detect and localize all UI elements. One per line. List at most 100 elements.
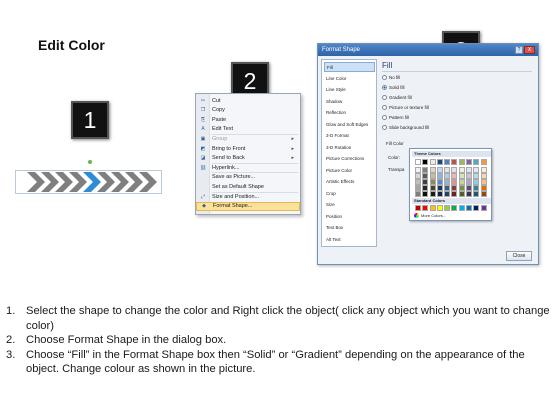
menu-item[interactable]: ⤢ Size and Position... [196, 192, 300, 201]
menu-item-label: Save as Picture... [212, 174, 256, 181]
menu-item[interactable]: A Edit Text [196, 125, 300, 134]
bring-front-icon: ◩ [200, 145, 206, 152]
color-swatch[interactable] [422, 205, 429, 211]
divider [382, 71, 532, 72]
color-swatch[interactable] [444, 191, 451, 197]
color-swatch[interactable] [444, 159, 451, 165]
fill-option-label: Solid fill [389, 85, 405, 90]
step-badge-1: 1 [71, 101, 109, 139]
nav-item[interactable]: Artistic Effects [324, 177, 375, 187]
menu-item[interactable]: ◆ Format Shape... [196, 201, 300, 211]
color-swatch[interactable] [444, 205, 451, 211]
color-swatch[interactable] [458, 205, 465, 211]
chevron-strip[interactable] [27, 172, 157, 192]
fill-option-radio[interactable]: Slide background fill [382, 125, 429, 130]
color-swatch[interactable] [429, 191, 436, 197]
color-swatch[interactable] [466, 159, 473, 165]
color-swatch[interactable] [429, 205, 436, 211]
hyperlink-icon: ⛓ [199, 164, 207, 171]
menu-item[interactable]: Save as Picture... [196, 173, 300, 182]
nav-item[interactable]: Text Box [324, 223, 375, 233]
menu-item[interactable]: ◪ Send to Back ▸ [196, 154, 300, 163]
color-swatch[interactable] [429, 159, 436, 165]
menu-item[interactable]: ❐ Copy [196, 106, 300, 115]
help-icon[interactable]: ? [515, 46, 523, 54]
fill-color-label: Fill Color [386, 141, 404, 146]
submenu-arrow-icon: ▸ [291, 135, 294, 142]
nav-item[interactable]: Reflection [324, 108, 375, 118]
rotation-handle[interactable] [88, 160, 92, 164]
menu-item[interactable]: ▣ Group ▸ [196, 134, 300, 143]
nav-item[interactable]: Line Color [324, 74, 375, 84]
color-swatch[interactable] [436, 205, 443, 211]
menu-item-label: Bring to Front [212, 145, 246, 152]
color-swatch[interactable] [458, 159, 465, 165]
color-swatch[interactable] [451, 205, 458, 211]
radio-icon [382, 125, 387, 130]
color-swatch[interactable] [415, 191, 421, 197]
nav-item[interactable]: Picture Color [324, 166, 375, 176]
radio-icon [382, 75, 387, 80]
menu-item-label: Paste [212, 116, 227, 123]
nav-item[interactable]: Glow and Soft Edges [324, 120, 375, 130]
menu-item-label: Copy [212, 107, 225, 114]
nav-item[interactable]: Crop [324, 189, 375, 199]
nav-item[interactable]: 3-D Format [324, 131, 375, 141]
slide-title: Edit Color [38, 37, 105, 53]
instructions-list: 1. Select the shape to change the color … [6, 304, 554, 377]
color-swatch[interactable] [415, 159, 421, 165]
color-swatch[interactable] [451, 191, 458, 197]
menu-item-label: Edit Text [212, 126, 233, 133]
color-swatch[interactable] [473, 191, 480, 197]
radio-icon [382, 95, 387, 100]
close-button[interactable]: Close [506, 251, 532, 261]
color-swatch[interactable] [473, 205, 480, 211]
color-swatch[interactable] [480, 159, 487, 165]
chevron[interactable] [139, 172, 157, 192]
group-icon: ▣ [200, 135, 206, 142]
radio-icon [382, 115, 387, 120]
menu-item[interactable]: ✂ Cut [196, 96, 300, 105]
nav-item[interactable]: Alt Text [324, 235, 375, 245]
color-swatch[interactable] [436, 159, 443, 165]
nav-item[interactable]: Picture Corrections [324, 154, 375, 164]
fill-option-radio[interactable]: Picture or texture fill [382, 105, 429, 110]
nav-item[interactable]: 3-D Rotation [324, 143, 375, 153]
close-icon[interactable]: X [524, 46, 535, 54]
scissors-icon: ✂ [200, 97, 206, 104]
nav-item[interactable]: Size [324, 200, 375, 210]
menu-item-label: Format Shape... [213, 203, 253, 210]
paste-icon: ⎘ [200, 116, 205, 123]
color-swatch[interactable] [422, 191, 429, 197]
color-swatch[interactable] [422, 159, 429, 165]
nav-item[interactable]: Line Style [324, 85, 375, 95]
color-wheel-icon [414, 213, 419, 218]
color-swatch[interactable] [480, 205, 487, 211]
step-text: Select the shape to change the color and… [26, 305, 550, 332]
color-swatch[interactable] [466, 205, 473, 211]
color-swatch[interactable] [436, 191, 443, 197]
step-number: 3. [6, 348, 16, 361]
color-swatch[interactable] [458, 191, 465, 197]
menu-item[interactable]: ⎘ Paste [196, 115, 300, 124]
nav-item[interactable]: Shadow [324, 97, 375, 107]
fill-option-radio[interactable]: Pattern fill [382, 115, 409, 120]
menu-item[interactable]: ◩ Bring to Front ▸ [196, 144, 300, 153]
fill-option-radio[interactable]: Gradient fill [382, 95, 412, 100]
menu-item[interactable]: ⛓ Hyperlink... [196, 163, 300, 172]
nav-item[interactable]: Position [324, 212, 375, 222]
color-swatch[interactable] [451, 159, 458, 165]
menu-item-label: Size and Position... [212, 193, 260, 200]
more-colors-item[interactable]: More Colors... [414, 213, 446, 218]
menu-item[interactable]: Set as Default Shape [196, 182, 300, 191]
instruction-step: 1. Select the shape to change the color … [6, 304, 554, 333]
fill-option-radio[interactable]: No fill [382, 75, 400, 80]
fill-option-radio[interactable]: Solid fill [382, 85, 405, 90]
nav-item[interactable]: Fill [324, 62, 375, 72]
color-swatch[interactable] [473, 159, 480, 165]
color-palette: Theme Colors Standard Colors More Colors… [409, 148, 492, 221]
instruction-step: 2. Choose Format Shape in the dialog box… [6, 333, 554, 348]
color-swatch[interactable] [466, 191, 473, 197]
color-swatch[interactable] [480, 191, 487, 197]
color-swatch[interactable] [415, 205, 421, 211]
